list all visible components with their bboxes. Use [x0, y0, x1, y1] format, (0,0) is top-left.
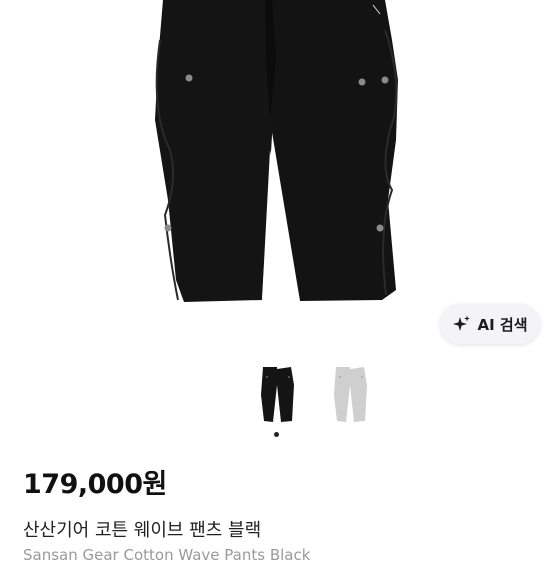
product-subtitle: Sansan Gear Cotton Wave Pants Black: [23, 546, 311, 564]
ai-search-button[interactable]: AI 검색: [440, 304, 540, 344]
thumbnail-black-image: [261, 367, 294, 422]
thumbnail-grey-image: [334, 367, 367, 422]
sparkle-icon: [453, 315, 471, 331]
product-title: 산산기어 코튼 웨이브 팬츠 블랙: [23, 520, 262, 541]
pagination-dot-active: [274, 432, 279, 437]
thumbnail-grey[interactable]: [330, 365, 370, 425]
thumbnail-black[interactable]: [257, 365, 297, 425]
ai-search-label: AI 검색: [477, 315, 528, 334]
product-price: 179,000원: [23, 469, 167, 500]
